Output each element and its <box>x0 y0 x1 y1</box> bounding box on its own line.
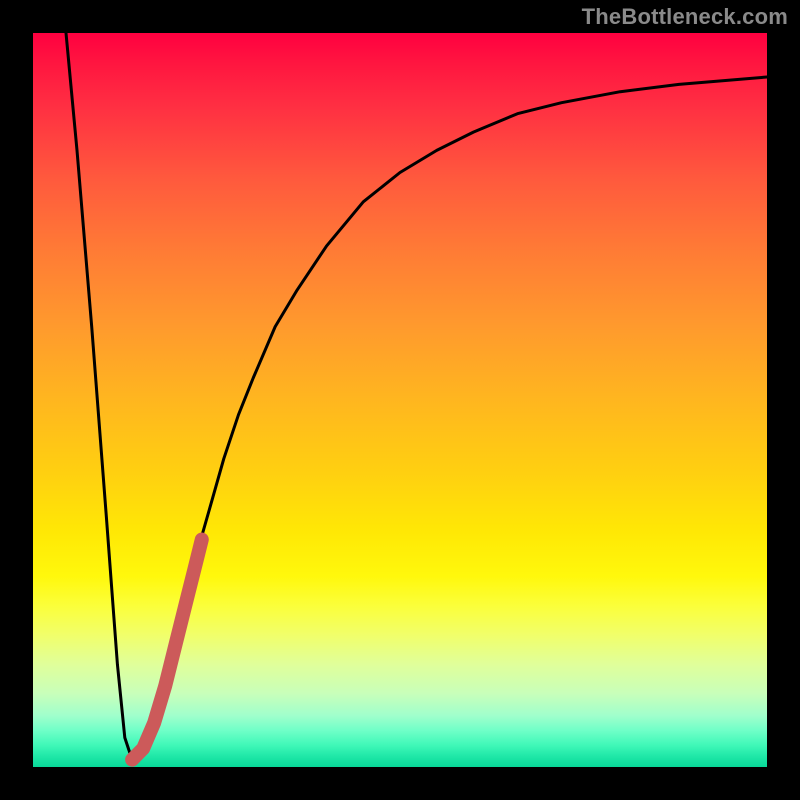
watermark-text: TheBottleneck.com <box>582 4 788 30</box>
highlight-segment <box>132 540 202 760</box>
chart-svg <box>33 33 767 767</box>
plot-area <box>33 33 767 767</box>
chart-frame: TheBottleneck.com <box>0 0 800 800</box>
